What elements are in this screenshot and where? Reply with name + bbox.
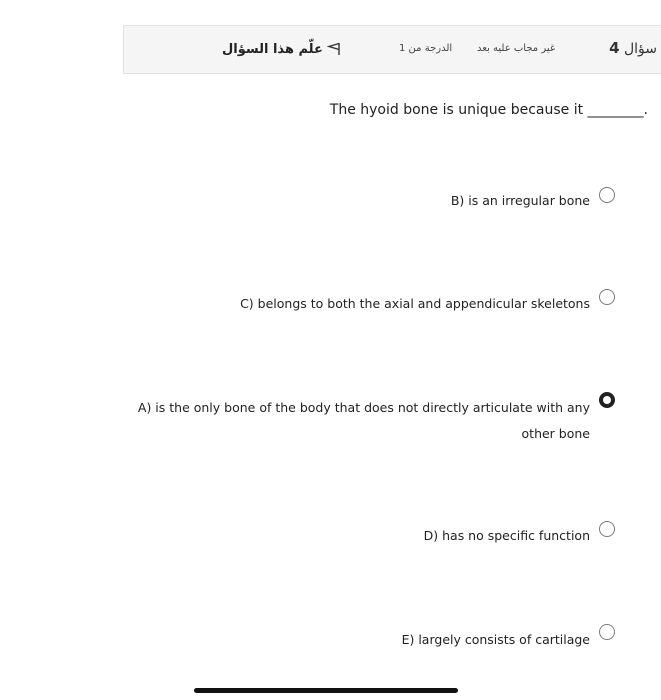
question-number: 4 [609,39,620,57]
question-text: The hyoid bone is unique because it ____… [329,102,648,118]
answer-option-a-radio-selected[interactable] [599,392,615,408]
answer-option-b[interactable]: B) is an irregular bone [0,184,661,224]
answer-option-d[interactable]: D) has no specific function [0,519,661,559]
answer-option-e-text: E) largely consists of cartilage [401,632,590,647]
answer-option-c[interactable]: C) belongs to both the axial and appendi… [0,287,661,327]
flag-question-button[interactable]: علّم هذا السؤال [222,38,341,60]
home-indicator[interactable] [194,688,458,693]
answer-option-b-radio[interactable] [599,187,615,203]
answer-option-a-text: A) is the only bone of the body that doe… [138,395,590,447]
question-label: سؤال 4 [609,39,657,57]
question-grade: الدرجة من 1 [399,43,453,54]
answer-option-e-radio[interactable] [599,624,615,640]
answer-option-a-line1: A) is the only bone of the body that doe… [137,400,590,415]
answer-option-e[interactable]: E) largely consists of cartilage [0,623,661,663]
answer-option-c-text: C) belongs to both the axial and appendi… [240,296,590,311]
question-status: غير مجاب عليه بعد [477,43,556,54]
answer-option-d-radio[interactable] [599,521,615,537]
question-label-text: سؤال [623,41,657,57]
answer-option-a-line2: other bone [521,426,590,441]
answer-option-c-radio[interactable] [599,289,615,305]
answer-option-d-text: D) has no specific function [423,528,590,543]
flag-icon [326,42,340,55]
question-info-header: سؤال 4 غير مجاب عليه بعد الدرجة من 1 علّ… [123,25,661,74]
flag-question-label: علّم هذا السؤال [222,41,323,57]
answer-option-a[interactable]: A) is the only bone of the body that doe… [0,390,661,450]
answer-option-b-text: B) is an irregular bone [450,193,590,208]
